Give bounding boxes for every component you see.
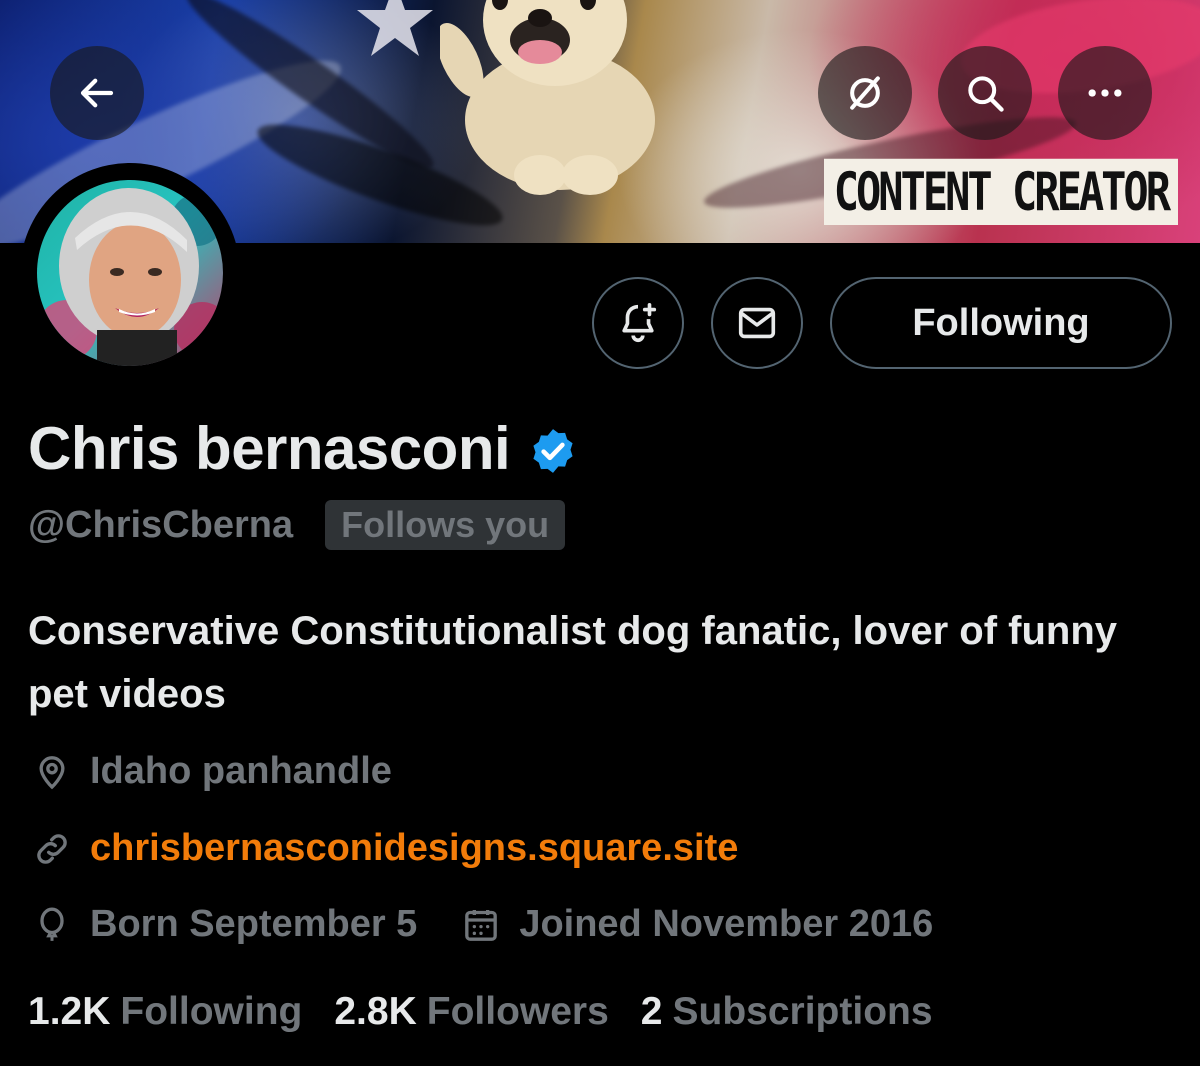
- followers-stat[interactable]: 2.8K Followers: [334, 990, 640, 1034]
- arrow-left-icon: [80, 78, 114, 108]
- following-label: Following: [120, 990, 303, 1033]
- subscriptions-stat[interactable]: 2 Subscriptions: [641, 990, 965, 1034]
- location-text: Idaho panhandle: [90, 750, 392, 792]
- subscriptions-label: Subscriptions: [672, 990, 933, 1033]
- website-row: chrisbernasconidesigns.square.site: [32, 827, 738, 870]
- followers-label: Followers: [426, 990, 609, 1033]
- handle-row: @ChrisCberna Follows you: [28, 500, 566, 550]
- envelope-icon: [738, 307, 776, 339]
- following-count: 1.2K: [28, 990, 111, 1033]
- avatar[interactable]: [20, 163, 240, 383]
- following-button[interactable]: Following: [830, 277, 1172, 369]
- message-button[interactable]: [711, 277, 803, 369]
- balloon-icon: [32, 905, 72, 945]
- birthday-text: Born September 5: [90, 903, 418, 945]
- followers-count: 2.8K: [334, 990, 417, 1033]
- profile-handle: @ChrisCberna: [28, 503, 294, 546]
- more-button[interactable]: [1058, 46, 1152, 140]
- banner-content-creator-label: CONTENT CREATOR: [823, 158, 1178, 225]
- link-icon: [32, 829, 72, 869]
- verified-badge-icon[interactable]: [528, 426, 578, 476]
- grok-slash-circle-icon: [850, 76, 880, 110]
- dog-illustration: [440, 0, 655, 195]
- more-dots-icon: [1088, 89, 1122, 97]
- bell-plus-icon: [622, 302, 657, 342]
- profile-stats: 1.2K Following 2.8K Followers 2 Subscrip…: [28, 990, 965, 1034]
- back-button[interactable]: [50, 46, 144, 140]
- calendar-icon: [461, 905, 501, 945]
- location-row: Idaho panhandle: [32, 750, 392, 793]
- notifications-button[interactable]: [592, 277, 684, 369]
- grok-button[interactable]: [818, 46, 912, 140]
- search-button[interactable]: [938, 46, 1032, 140]
- search-icon: [968, 76, 1004, 112]
- website-link[interactable]: chrisbernasconidesigns.square.site: [90, 827, 738, 870]
- following-stat[interactable]: 1.2K Following: [28, 990, 334, 1034]
- avatar-image: [37, 180, 223, 366]
- location-pin-icon: [32, 752, 72, 792]
- profile-bio: Conservative Constitutionalist dog fanat…: [28, 609, 1118, 716]
- subscriptions-count: 2: [640, 990, 663, 1033]
- profile-name-row: Chris bernasconi: [28, 414, 578, 483]
- star-shape: [357, 0, 433, 56]
- profile-name: Chris bernasconi: [28, 415, 511, 482]
- dates-row: Born September 5 Joined November 2016: [32, 903, 933, 946]
- follows-you-badge: Follows you: [325, 500, 566, 550]
- joined-text: Joined November 2016: [519, 903, 934, 945]
